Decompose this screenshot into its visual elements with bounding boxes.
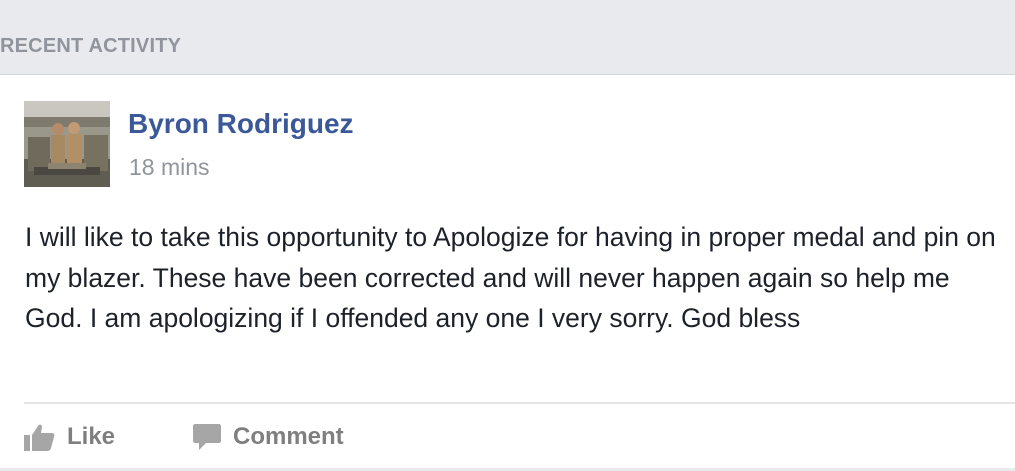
speech-bubble-icon: [193, 424, 221, 450]
comment-button[interactable]: Comment: [193, 415, 344, 459]
thumbs-up-icon: [24, 424, 55, 451]
avatar[interactable]: [24, 101, 110, 187]
like-button[interactable]: Like: [24, 415, 115, 459]
post-text: I will like to take this opportunity to …: [25, 222, 996, 333]
activity-post: Byron Rodriguez 18 mins I will like to t…: [0, 75, 1015, 471]
section-title: RECENT ACTIVITY: [0, 35, 182, 57]
author-name-link[interactable]: Byron Rodriguez: [128, 108, 354, 140]
post-timestamp[interactable]: 18 mins: [129, 154, 210, 180]
like-label: Like: [67, 423, 116, 450]
profile-photo-icon: [24, 101, 110, 187]
comment-label: Comment: [233, 423, 344, 450]
section-header: RECENT ACTIVITY: [0, 0, 1015, 75]
divider: [24, 402, 1015, 404]
